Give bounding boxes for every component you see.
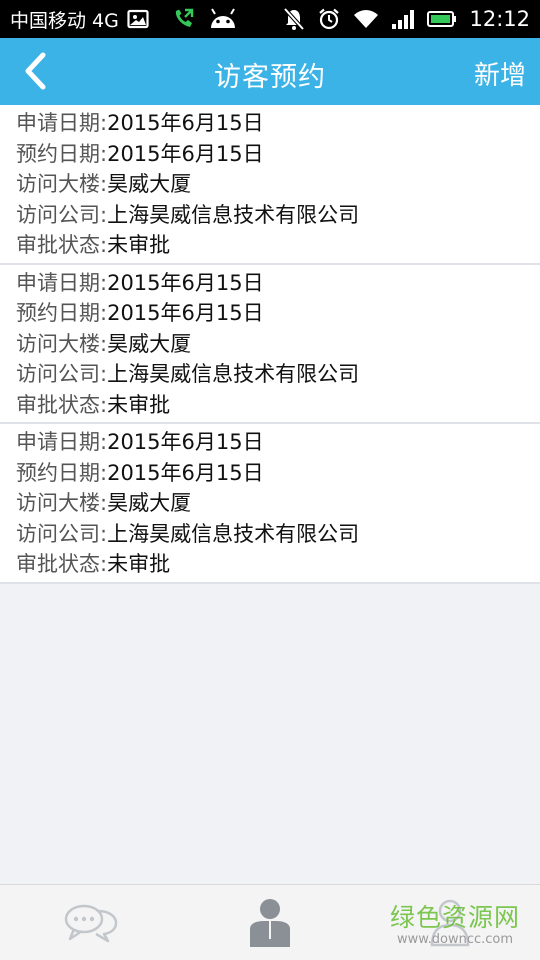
watermark-url: www.downcc.com [396, 932, 514, 947]
alarm-icon [317, 7, 341, 31]
signal-icon [391, 8, 415, 30]
person-card-icon [250, 898, 290, 947]
android-icon [209, 8, 237, 30]
company-row: 访问公司:上海昊威信息技术有限公司 [16, 200, 540, 231]
company-row: 访问公司:上海昊威信息技术有限公司 [16, 359, 540, 390]
building-row: 访问大楼:昊威大厦 [16, 329, 540, 360]
visit-date-value: 2015年6月15日 [107, 460, 264, 485]
visit-date-row: 预约日期:2015年6月15日 [16, 298, 540, 329]
add-button[interactable]: 新增 [474, 55, 526, 92]
app-header: 访客预约 新增 [0, 38, 540, 105]
building-value: 昊威大厦 [107, 172, 192, 196]
company-label: 访问公司: [16, 202, 108, 227]
status-row: 审批状态:未审批 [16, 549, 540, 580]
wifi-icon [353, 8, 379, 30]
building-label: 访问大楼: [16, 491, 108, 515]
clock-time: 12:12 [469, 7, 530, 31]
apply-date-label: 申请日期: [16, 430, 108, 454]
image-icon [127, 9, 149, 29]
carrier-label: 中国移动 4G [10, 9, 119, 32]
nav-messages[interactable] [0, 885, 180, 960]
status-label: 审批状态: [16, 392, 108, 417]
building-label: 访问大楼: [16, 172, 108, 196]
apply-date-value: 2015年6月15日 [107, 270, 264, 295]
battery-icon [427, 10, 457, 28]
apply-date-value: 2015年6月15日 [107, 111, 264, 135]
company-value: 上海昊威信息技术有限公司 [107, 521, 360, 546]
building-label: 访问大楼: [16, 331, 108, 356]
apply-date-value: 2015年6月15日 [107, 430, 264, 454]
visit-date-label: 预约日期: [16, 460, 108, 485]
apply-date-label: 申请日期: [16, 111, 108, 135]
status-bar: 中国移动 4G 12:12 [0, 0, 540, 38]
appointment-list: 申请日期:2015年6月15日 预约日期:2015年6月15日 访问大楼:昊威大… [0, 105, 540, 584]
appointment-card[interactable]: 申请日期:2015年6月15日 预约日期:2015年6月15日 访问大楼:昊威大… [0, 105, 540, 265]
building-row: 访问大楼:昊威大厦 [16, 488, 540, 519]
building-value: 昊威大厦 [107, 491, 192, 515]
appointment-card[interactable]: 申请日期:2015年6月15日 预约日期:2015年6月15日 访问大楼:昊威大… [0, 424, 540, 584]
visit-date-value: 2015年6月15日 [107, 141, 264, 166]
visit-date-row: 预约日期:2015年6月15日 [16, 458, 540, 489]
call-icon [171, 7, 195, 31]
status-row: 审批状态:未审批 [16, 390, 540, 421]
nav-appointments[interactable] [180, 885, 360, 960]
apply-date-row: 申请日期:2015年6月15日 [16, 427, 540, 458]
status-value: 未审批 [107, 392, 171, 417]
company-row: 访问公司:上海昊威信息技术有限公司 [16, 519, 540, 550]
company-value: 上海昊威信息技术有限公司 [107, 362, 360, 386]
status-value: 未审批 [107, 552, 171, 576]
visit-date-label: 预约日期: [16, 141, 108, 166]
status-label: 审批状态: [16, 552, 108, 576]
status-row: 审批状态:未审批 [16, 230, 540, 261]
apply-date-row: 申请日期:2015年6月15日 [16, 268, 540, 299]
mute-icon [283, 7, 305, 31]
status-label: 审批状态: [16, 233, 108, 257]
company-value: 上海昊威信息技术有限公司 [107, 202, 360, 227]
page-title: 访客预约 [214, 62, 326, 93]
watermark-title: 绿色资源网 [389, 903, 520, 932]
building-value: 昊威大厦 [107, 331, 192, 356]
apply-date-label: 申请日期: [16, 270, 108, 295]
company-label: 访问公司: [16, 362, 108, 386]
watermark: 绿色资源网 www.downcc.com [390, 905, 520, 946]
company-label: 访问公司: [16, 521, 108, 546]
appointment-card[interactable]: 申请日期:2015年6月15日 预约日期:2015年6月15日 访问大楼:昊威大… [0, 264, 540, 424]
building-row: 访问大楼:昊威大厦 [16, 169, 540, 200]
apply-date-row: 申请日期:2015年6月15日 [16, 108, 540, 139]
chat-bubbles-icon [64, 904, 118, 942]
visit-date-row: 预约日期:2015年6月15日 [16, 139, 540, 170]
status-value: 未审批 [107, 233, 171, 257]
visit-date-value: 2015年6月15日 [107, 301, 264, 325]
visit-date-label: 预约日期: [16, 301, 108, 325]
